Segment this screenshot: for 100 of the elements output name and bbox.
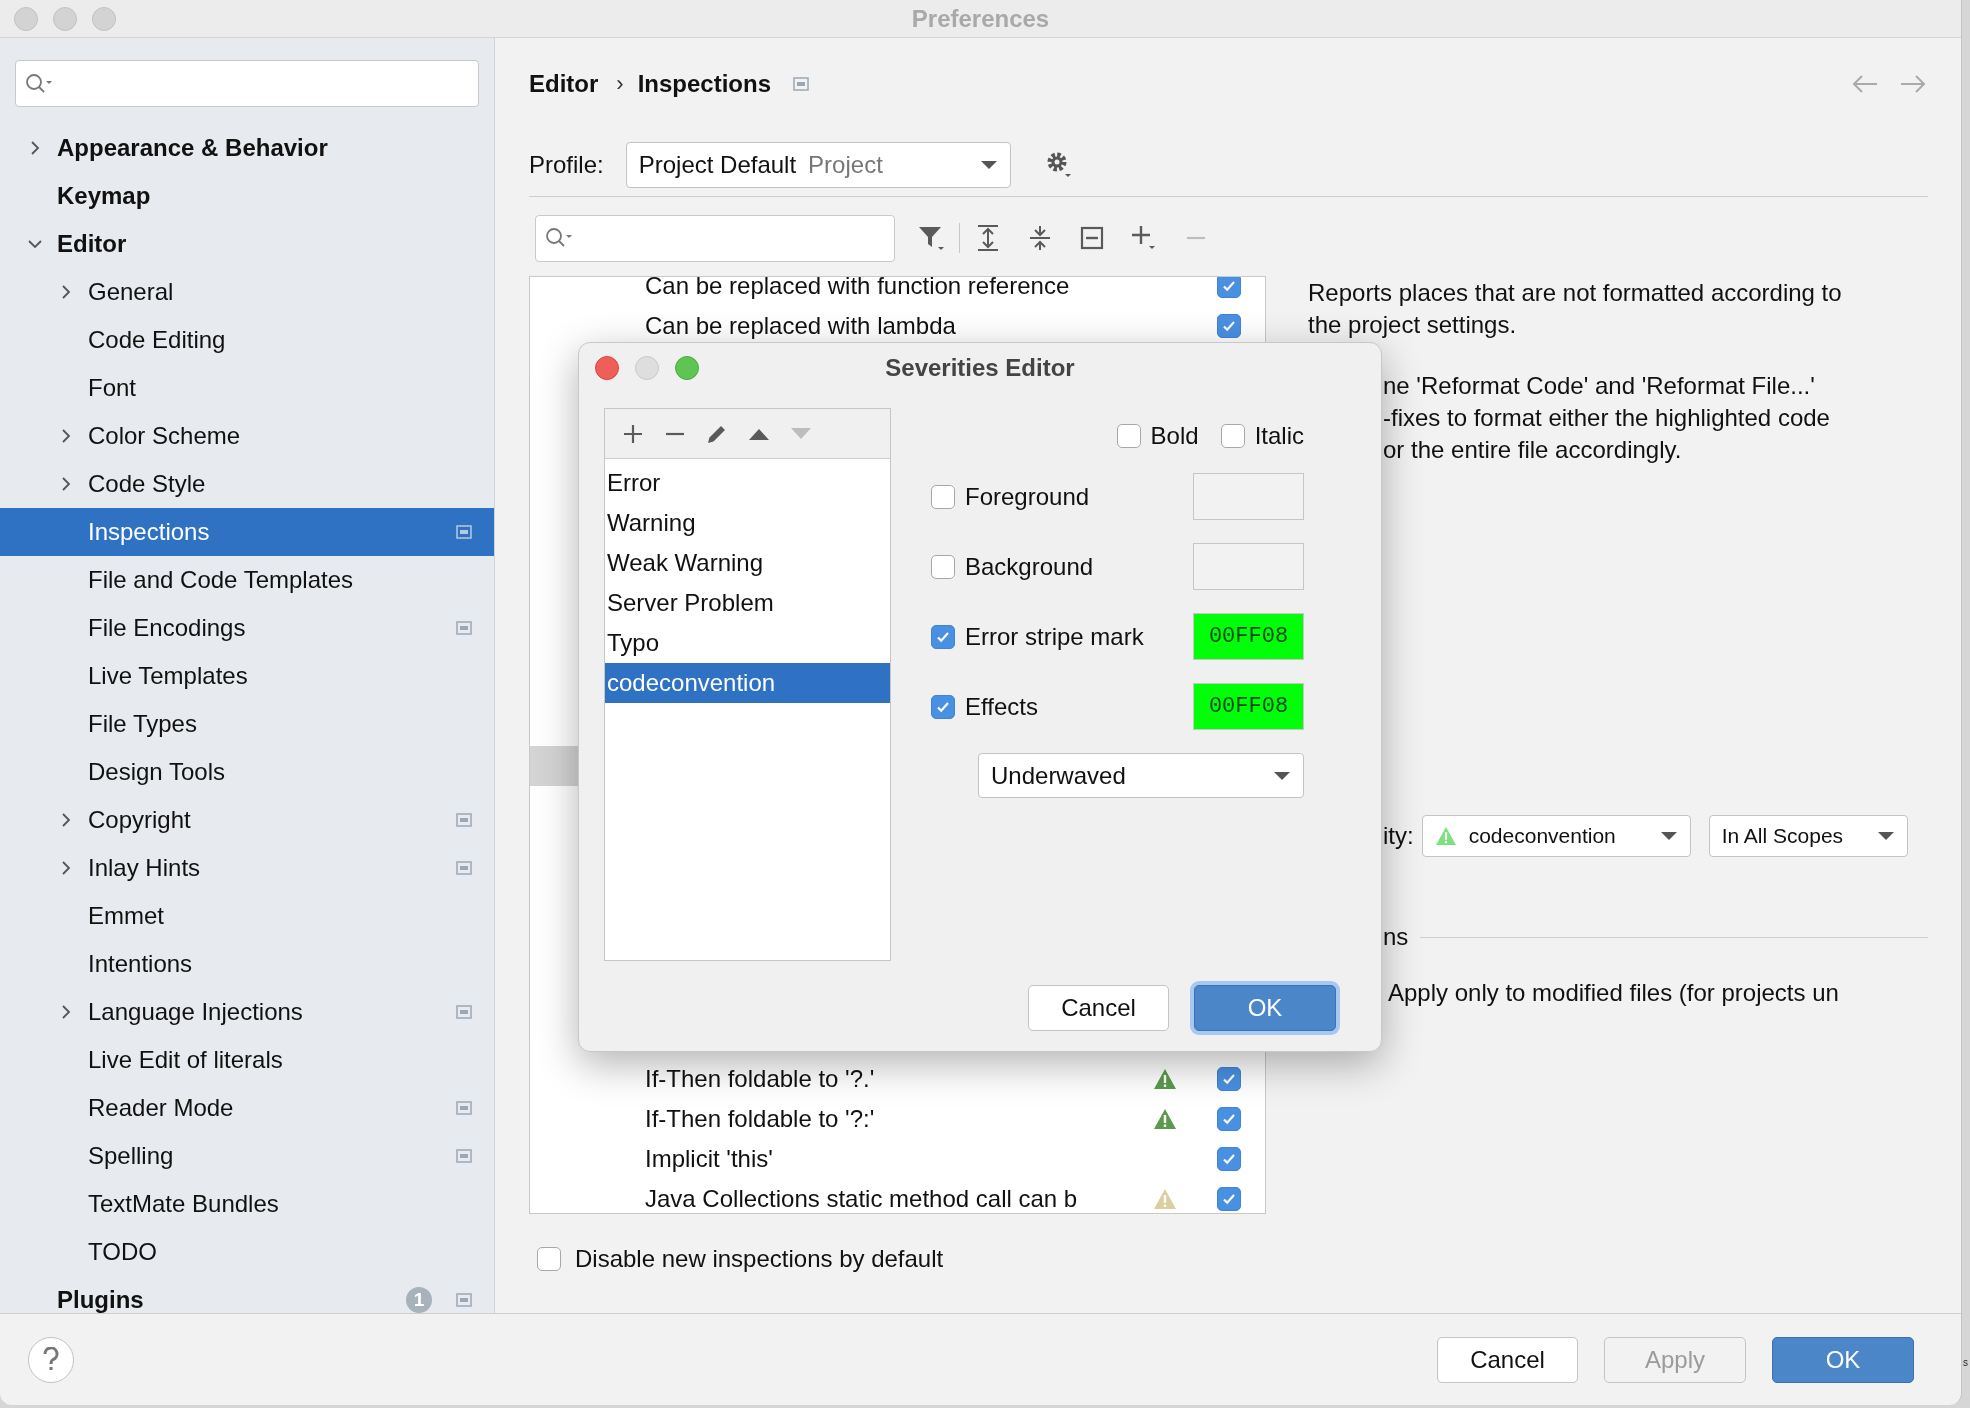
checkbox[interactable] bbox=[931, 624, 955, 649]
project-scope-icon bbox=[456, 621, 472, 635]
sidebar-item[interactable]: File Types bbox=[0, 700, 494, 748]
inspection-row[interactable]: Can be replaced with function reference bbox=[530, 277, 1265, 306]
sidebar-item[interactable]: Intentions bbox=[0, 940, 494, 988]
profile-dropdown[interactable]: Project Default Project bbox=[625, 142, 1011, 188]
color-swatch[interactable]: 00FF08 bbox=[1193, 613, 1304, 660]
sidebar-item[interactable]: Inspections bbox=[0, 508, 494, 556]
breadcrumb: Inspections bbox=[637, 70, 771, 98]
question-mark-icon bbox=[42, 1346, 60, 1373]
description-text: Reports places that are not formatted according to the project settings. bbox=[1308, 278, 1843, 340]
option-label: Apply only to modified files (for projects un bbox=[1387, 978, 1840, 1008]
color-swatch[interactable] bbox=[1193, 543, 1304, 590]
checkbox[interactable] bbox=[1220, 423, 1245, 448]
inspection-row[interactable]: Implicit 'this' bbox=[530, 1139, 1265, 1179]
description-text: ne 'Reformat Code' and 'Reformat File...' bbox=[1383, 371, 1816, 401]
severity-item[interactable]: Typo bbox=[605, 623, 890, 663]
checkbox[interactable] bbox=[537, 1247, 561, 1271]
sidebar-item[interactable]: Plugins 1 bbox=[0, 1276, 494, 1313]
sidebar-item[interactable]: TODO bbox=[0, 1228, 494, 1276]
dialog-button[interactable]: Cancel bbox=[1437, 1336, 1578, 1383]
checkbox-label: Bold bbox=[1150, 421, 1199, 450]
inspection-row[interactable]: If-Then foldable to '?.' bbox=[530, 1059, 1265, 1099]
sidebar-item[interactable]: Keymap bbox=[0, 172, 494, 220]
dropdown-arrow-icon bbox=[1659, 831, 1678, 841]
checkbox[interactable] bbox=[931, 554, 955, 579]
window-title: Preferences bbox=[911, 4, 1050, 32]
sidebar-item[interactable]: Color Scheme bbox=[0, 412, 494, 460]
sidebar-item[interactable]: Emmet bbox=[0, 892, 494, 940]
project-scope-icon bbox=[456, 813, 472, 827]
severity-item[interactable]: Warning bbox=[605, 503, 890, 543]
checkbox[interactable] bbox=[1217, 1107, 1241, 1131]
checkbox[interactable] bbox=[1217, 277, 1241, 298]
inspection-row[interactable]: If-Then foldable to '?:' bbox=[530, 1099, 1265, 1139]
dropdown-arrow-icon bbox=[1273, 770, 1291, 781]
checkbox[interactable] bbox=[1116, 423, 1141, 448]
sidebar-item[interactable]: Editor bbox=[0, 220, 494, 268]
help-button[interactable] bbox=[28, 1336, 74, 1383]
effect-dropdown[interactable]: Underwaved bbox=[978, 753, 1304, 798]
profile-label: Profile: bbox=[529, 151, 604, 179]
project-scope-icon bbox=[456, 1149, 472, 1163]
inspection-row[interactable]: Can be replaced with lambda bbox=[530, 306, 1265, 346]
project-scope-icon bbox=[456, 1293, 472, 1307]
checkbox[interactable] bbox=[1217, 1147, 1241, 1171]
severity-item[interactable]: Weak Warning bbox=[605, 543, 890, 583]
checkbox[interactable] bbox=[1217, 1187, 1241, 1211]
color-swatch[interactable]: 00FF08 bbox=[1193, 683, 1304, 730]
sidebar-item[interactable]: Live Edit of literals bbox=[0, 1036, 494, 1084]
inspection-row[interactable]: Java Collections static method call can b bbox=[530, 1179, 1265, 1213]
breadcrumb[interactable]: Editor bbox=[529, 70, 599, 98]
sidebar-item[interactable]: Language Injections bbox=[0, 988, 494, 1036]
sidebar-item[interactable]: Copyright bbox=[0, 796, 494, 844]
sidebar-item[interactable]: Appearance & Behavior bbox=[0, 124, 494, 172]
dialog-button[interactable]: Cancel bbox=[1028, 985, 1169, 1031]
description-text: -fixes to format either the highlighted code bbox=[1383, 403, 1831, 433]
sidebar-item[interactable]: Live Templates bbox=[0, 652, 494, 700]
sidebar-item[interactable]: Spelling bbox=[0, 1132, 494, 1180]
sidebar-item[interactable]: File Encodings bbox=[0, 604, 494, 652]
close-button[interactable] bbox=[595, 356, 619, 380]
search-field[interactable] bbox=[535, 214, 895, 262]
scope-dropdown[interactable]: In All Scopes bbox=[1708, 815, 1908, 857]
project-scope-icon bbox=[456, 525, 472, 539]
sidebar-item[interactable]: TextMate Bundles bbox=[0, 1180, 494, 1228]
checkbox[interactable] bbox=[931, 484, 955, 509]
dropdown-arrow-icon bbox=[979, 160, 998, 170]
severity-dropdown[interactable]: codeconvention bbox=[1421, 815, 1691, 857]
severity-item[interactable]: Server Problem bbox=[605, 583, 890, 623]
zoom-button[interactable] bbox=[675, 356, 699, 380]
ok-button[interactable]: OK bbox=[1772, 1336, 1914, 1383]
severity-item[interactable]: Error bbox=[605, 463, 890, 503]
dropdown-arrow-icon bbox=[1876, 831, 1895, 841]
sidebar-item[interactable]: General bbox=[0, 268, 494, 316]
sidebar-item[interactable]: Inlay Hints bbox=[0, 844, 494, 892]
back-arrow-icon[interactable] bbox=[1852, 74, 1878, 94]
description-text: or the entire file accordingly. bbox=[1383, 435, 1683, 465]
checkbox-label: Background bbox=[965, 552, 1094, 581]
sidebar-item[interactable]: File and Code Templates bbox=[0, 556, 494, 604]
forward-arrow-icon[interactable] bbox=[1900, 74, 1926, 94]
background-text: s bbox=[1963, 1357, 1969, 1368]
count-badge: 1 bbox=[406, 1287, 432, 1313]
breadcrumb-separator: › bbox=[616, 71, 624, 97]
checkbox-label: Effects bbox=[965, 692, 1038, 721]
checkbox-label: Foreground bbox=[965, 482, 1090, 511]
checkbox[interactable] bbox=[931, 694, 955, 719]
search-field[interactable] bbox=[15, 60, 479, 107]
sidebar-item[interactable]: Font bbox=[0, 364, 494, 412]
checkbox[interactable] bbox=[1217, 314, 1241, 338]
severity-item[interactable]: codeconvention bbox=[605, 663, 890, 703]
sidebar-item[interactable]: Reader Mode bbox=[0, 1084, 494, 1132]
sidebar-item[interactable]: Code Style bbox=[0, 460, 494, 508]
project-scope-icon bbox=[456, 1101, 472, 1115]
checkbox-label: Disable new inspections by default bbox=[575, 1245, 944, 1273]
checkbox-label: Error stripe mark bbox=[965, 622, 1144, 651]
sidebar-item[interactable]: Design Tools bbox=[0, 748, 494, 796]
severity-label: ity: bbox=[1383, 822, 1414, 850]
sidebar-item[interactable]: Code Editing bbox=[0, 316, 494, 364]
checkbox-label: Italic bbox=[1254, 421, 1304, 450]
project-scope-icon bbox=[456, 1005, 472, 1019]
color-swatch[interactable] bbox=[1193, 473, 1304, 520]
checkbox[interactable] bbox=[1217, 1067, 1241, 1091]
